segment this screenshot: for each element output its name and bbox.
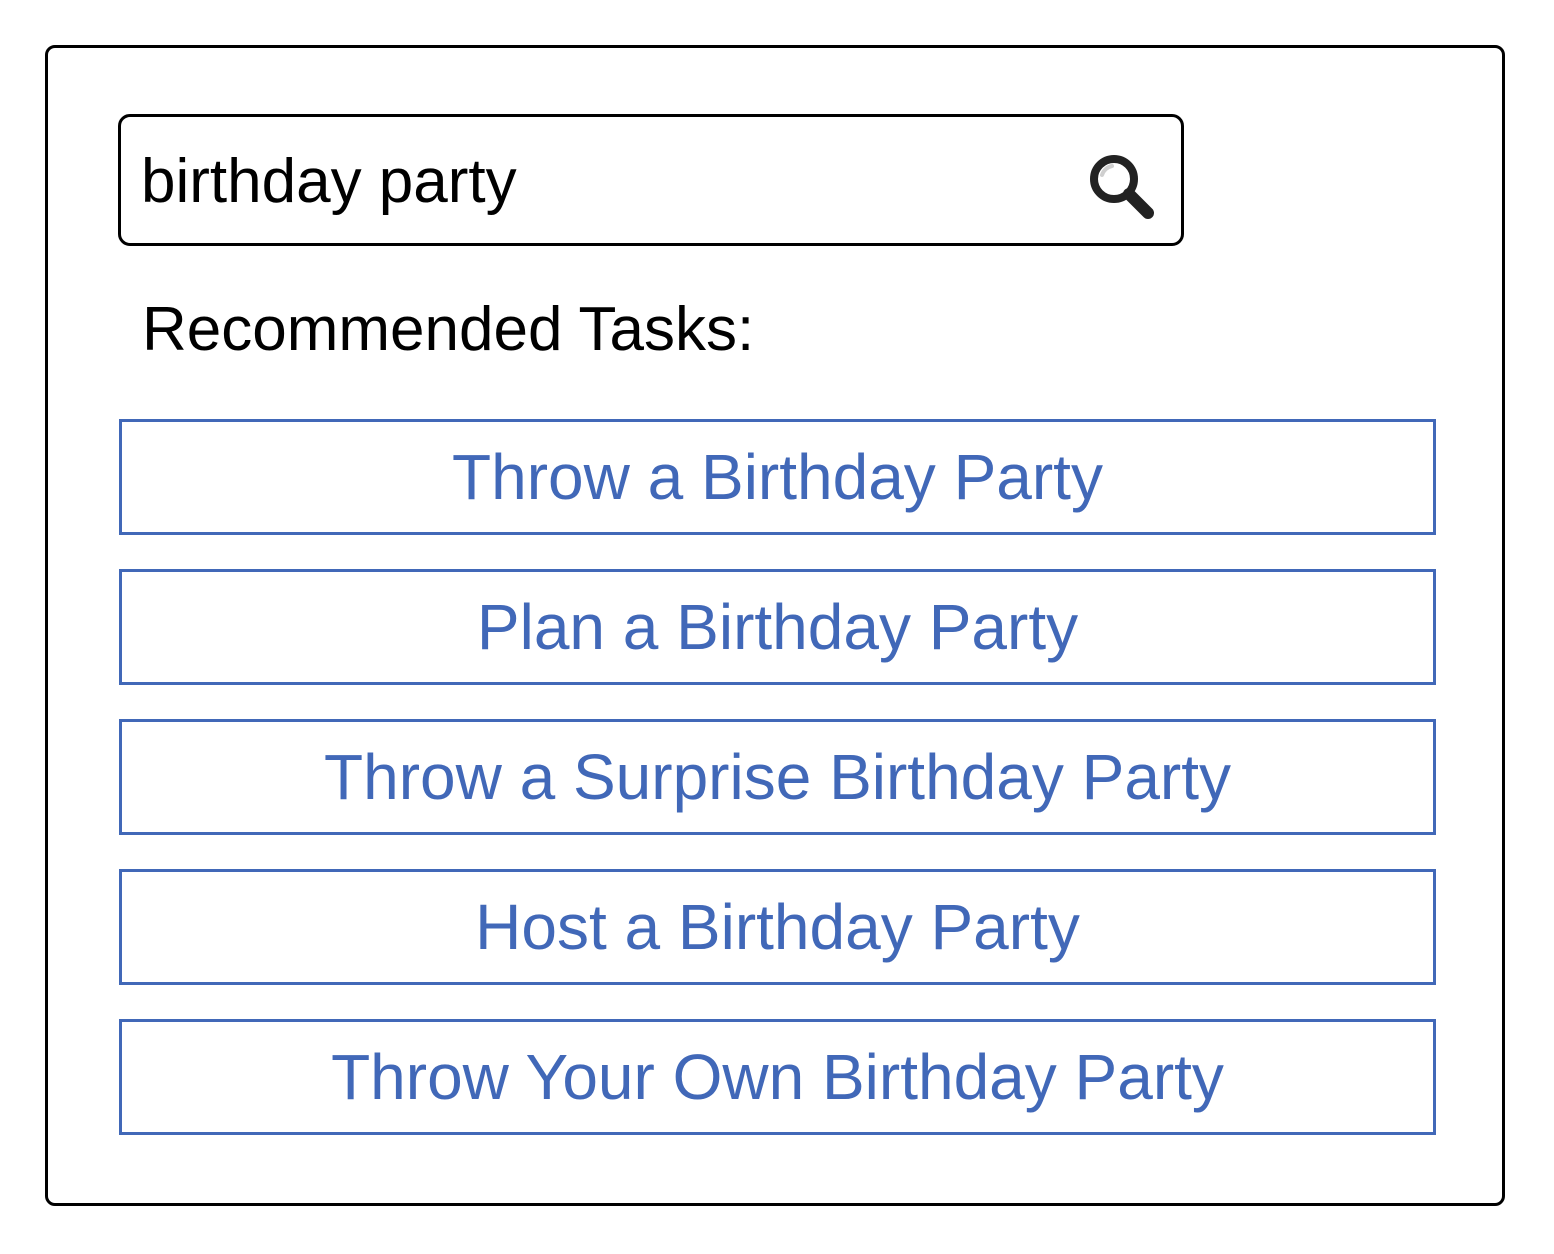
search-box[interactable]	[118, 114, 1184, 246]
task-button-throw-surprise-birthday-party[interactable]: Throw a Surprise Birthday Party	[119, 719, 1436, 835]
task-button-plan-birthday-party[interactable]: Plan a Birthday Party	[119, 569, 1436, 685]
task-button-throw-birthday-party[interactable]: Throw a Birthday Party	[119, 419, 1436, 535]
task-button-throw-own-birthday-party[interactable]: Throw Your Own Birthday Party	[119, 1019, 1436, 1135]
recommended-tasks-heading: Recommended Tasks:	[142, 295, 755, 364]
recommended-task-list: Throw a Birthday Party Plan a Birthday P…	[119, 419, 1436, 1169]
magnifying-glass-icon[interactable]	[1086, 151, 1158, 223]
search-input[interactable]	[141, 139, 1041, 223]
task-button-host-birthday-party[interactable]: Host a Birthday Party	[119, 869, 1436, 985]
